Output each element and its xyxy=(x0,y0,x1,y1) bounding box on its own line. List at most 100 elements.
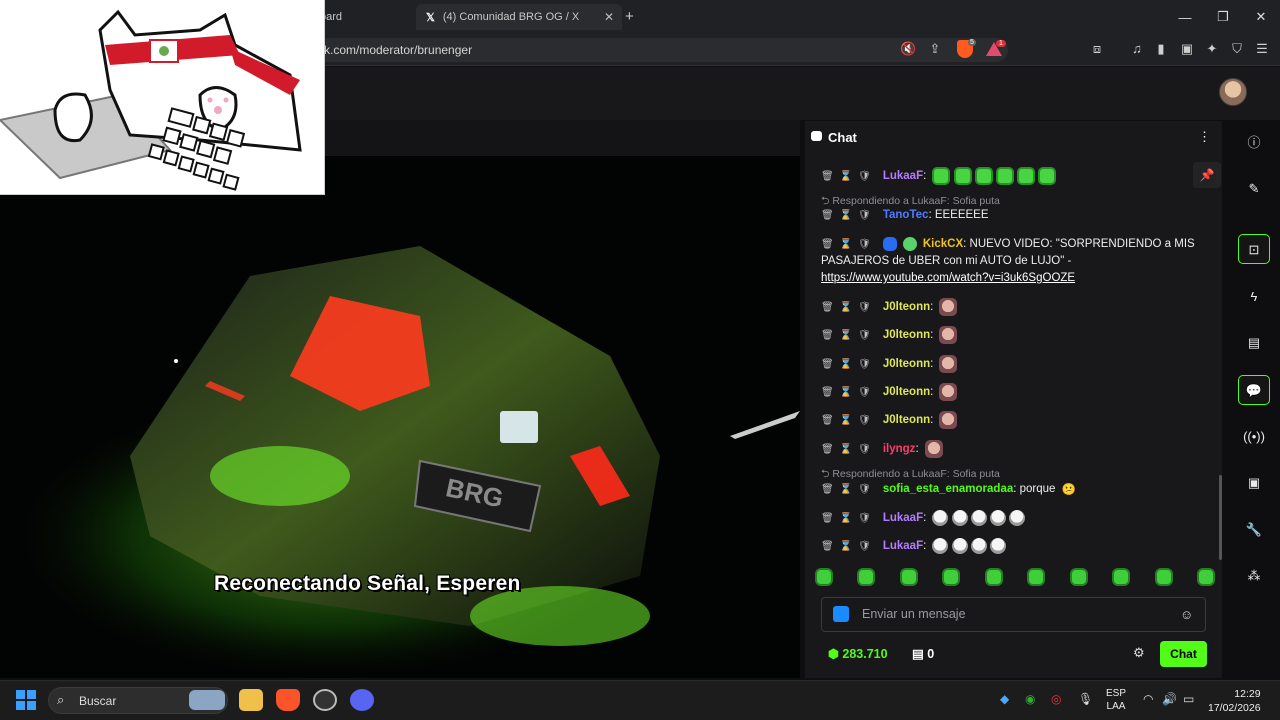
chat-username[interactable]: LukaaF xyxy=(883,170,923,182)
mod-actions-icon[interactable]: 🗑⌛🛡 xyxy=(821,415,877,426)
chat-username[interactable]: ilyngz xyxy=(883,443,916,455)
face-emote xyxy=(939,383,958,401)
share-icon[interactable]: ⇪ xyxy=(927,41,943,57)
badge-icon[interactable] xyxy=(833,606,849,622)
chat-username[interactable]: TanoTec xyxy=(883,209,929,221)
send-chat-button[interactable]: Chat xyxy=(1160,641,1207,667)
chat-username[interactable]: J0lteonn xyxy=(883,329,930,341)
menu-icon[interactable]: ☰ xyxy=(1254,41,1270,57)
close-tab-icon[interactable]: ✕ xyxy=(604,10,622,24)
edit-icon[interactable]: ✎ xyxy=(1238,174,1270,204)
info-icon[interactable]: ⓘ xyxy=(1238,128,1270,158)
quick-emote[interactable] xyxy=(984,568,1003,586)
mod-actions-icon[interactable]: 🗑⌛🛡 xyxy=(821,210,877,221)
chat-icon[interactable]: 💬 xyxy=(1238,375,1270,405)
quick-emote[interactable] xyxy=(815,568,833,586)
close-window-button[interactable]: ✕ xyxy=(1242,0,1280,34)
windows-start-icon[interactable] xyxy=(16,690,36,710)
brave-browser-icon[interactable] xyxy=(276,689,300,711)
screenshot-icon[interactable]: ⧈ xyxy=(1089,41,1105,57)
app-icon[interactable] xyxy=(313,689,337,711)
window-controls: — ❐ ✕ xyxy=(1166,0,1280,34)
lightning-icon[interactable]: ϟ xyxy=(1238,282,1270,312)
chat-username[interactable]: J0lteonn xyxy=(883,358,930,370)
tab-x-community[interactable]: 𝕏 (4) Comunidad BRG OG / X ✕ xyxy=(416,4,622,30)
sidebar-icon[interactable]: ▮ xyxy=(1153,41,1169,57)
chat-message: 🗑⌛🛡 J0lteonn: xyxy=(821,326,958,344)
connections-icon[interactable]: ⁂ xyxy=(1238,561,1270,591)
language-indicator[interactable]: ESP LAA xyxy=(1106,687,1126,713)
volume-icon[interactable]: 🔊 xyxy=(1162,692,1177,706)
chat-message: 🗑⌛🛡 KickCX: NUEVO VIDEO: "SORPRENDIENDO … xyxy=(821,237,1195,251)
quick-emote[interactable] xyxy=(1154,568,1173,586)
mod-actions-icon[interactable]: 🗑⌛🛡 xyxy=(821,541,877,552)
mod-actions-icon[interactable]: 🗑⌛🛡 xyxy=(821,484,877,495)
battery-icon[interactable]: ▭ xyxy=(1183,692,1194,706)
wrench-icon[interactable]: 🔧 xyxy=(1238,515,1270,545)
quick-emote[interactable] xyxy=(1196,568,1215,586)
tray-app-icon[interactable]: ◆ xyxy=(1000,692,1009,706)
media-icon[interactable]: ♫ xyxy=(1129,41,1145,57)
channel-points[interactable]: ⬢ 283.710 xyxy=(828,646,888,661)
mod-actions-icon[interactable]: 🗑⌛🛡 xyxy=(821,302,877,313)
file-explorer-icon[interactable] xyxy=(239,689,263,711)
muted-icon[interactable]: 🔇 xyxy=(900,41,916,57)
mod-actions-icon[interactable]: 🗑⌛🛡 xyxy=(821,513,877,524)
video-icon[interactable]: ▣ xyxy=(1238,468,1270,498)
tab-dashboard[interactable]: oard xyxy=(310,4,410,30)
chat-text: : xyxy=(915,443,919,455)
quick-emote[interactable] xyxy=(1112,568,1131,586)
chat-message: 🗑⌛🛡 LukaaF: xyxy=(821,538,1006,554)
store-button[interactable]: ▤ 0 xyxy=(912,646,934,661)
discord-icon[interactable] xyxy=(350,689,374,711)
more-options-icon[interactable]: ⋮ xyxy=(1198,129,1211,145)
quick-emote[interactable] xyxy=(899,568,918,586)
chat-username[interactable]: LukaaF xyxy=(883,512,923,524)
reply-text: Respondiendo a LukaaF: Sofia puta xyxy=(832,468,1000,480)
chat-title: Chat xyxy=(828,130,857,145)
mod-actions-icon[interactable]: 🗑⌛🛡 xyxy=(821,171,877,182)
quick-emote[interactable] xyxy=(942,568,961,586)
mod-actions-icon[interactable]: 🗑⌛🛡 xyxy=(821,359,877,370)
pin-icon[interactable]: 📌 xyxy=(1193,162,1221,188)
mod-actions-icon[interactable]: 🗑⌛🛡 xyxy=(821,330,877,341)
tray-record-icon[interactable]: ◎ xyxy=(1051,692,1061,706)
wifi-icon[interactable]: ◠ xyxy=(1143,692,1153,706)
mod-actions-icon[interactable]: 🗑⌛🛡 xyxy=(821,239,877,250)
mod-actions-icon[interactable]: 🗑⌛🛡 xyxy=(821,387,877,398)
chat-username[interactable]: KickCX xyxy=(923,238,963,250)
chat-link[interactable]: https://www.youtube.com/watch?v=i3uk6SgO… xyxy=(821,272,1075,284)
chat-username[interactable]: sofia_esta_enamoradaa xyxy=(883,483,1013,495)
chat-message: 🗑⌛🛡 J0lteonn: xyxy=(821,298,958,316)
mod-actions-icon[interactable]: 🗑⌛🛡 xyxy=(821,444,877,455)
vpn-icon[interactable]: ⛉ xyxy=(1229,41,1245,57)
microphone-icon[interactable]: 🎙 xyxy=(1078,692,1093,706)
x-logo-icon: 𝕏 xyxy=(426,11,435,24)
chat-scrollbar[interactable] xyxy=(1219,475,1222,560)
chat-username[interactable]: LukaaF xyxy=(883,540,923,552)
avatar[interactable] xyxy=(1219,78,1247,106)
chat-input-placeholder[interactable]: Enviar un mensaje xyxy=(862,607,966,621)
chat-username[interactable]: J0lteonn xyxy=(883,301,930,313)
quick-emote[interactable] xyxy=(1027,568,1046,586)
clock[interactable]: 12:29 17/02/2026 xyxy=(1208,687,1261,715)
leo-ai-icon[interactable]: ✦ xyxy=(1204,41,1220,57)
gear-icon[interactable]: ⚙ xyxy=(1133,645,1145,661)
minimize-button[interactable]: — xyxy=(1166,0,1204,34)
chat-text: : xyxy=(930,414,934,426)
new-tab-button[interactable]: + xyxy=(625,8,634,25)
tray-nvidia-icon[interactable]: ◉ xyxy=(1025,692,1035,706)
url-text[interactable]: ck.com/moderator/brunenger xyxy=(318,43,472,57)
broadcast-icon[interactable]: ((•)) xyxy=(1238,422,1270,452)
quick-emote[interactable] xyxy=(857,568,876,586)
chat-username[interactable]: J0lteonn xyxy=(883,414,930,426)
emoji-picker-icon[interactable]: ☺ xyxy=(1180,607,1193,622)
chat-username[interactable]: J0lteonn xyxy=(883,386,930,398)
maximize-button[interactable]: ❐ xyxy=(1204,0,1242,34)
wallet-icon[interactable]: ▣ xyxy=(1179,41,1195,57)
video-player[interactable]: BRG xyxy=(0,156,800,678)
quick-emote[interactable] xyxy=(1069,568,1088,586)
chat-text: : xyxy=(930,386,934,398)
notes-icon[interactable]: ▤ xyxy=(1238,328,1270,358)
stream-view-icon[interactable]: ⊡ xyxy=(1238,234,1270,264)
